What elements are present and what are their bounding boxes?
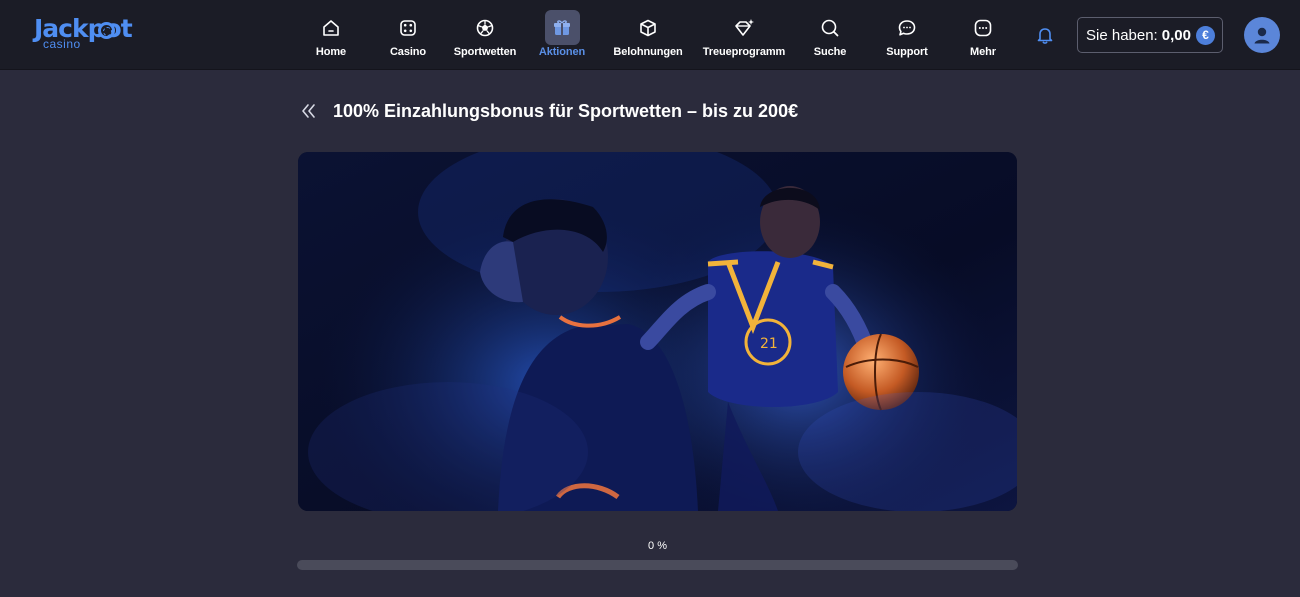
more-icon xyxy=(966,10,1001,45)
home-icon xyxy=(314,10,349,45)
diamond-icon xyxy=(727,10,762,45)
nav-label-suche: Suche xyxy=(813,46,847,58)
nav-label-support: Support xyxy=(886,46,928,58)
gift-icon xyxy=(544,10,580,45)
back-chevrons-icon[interactable] xyxy=(298,100,320,122)
nav-label-casino: Casino xyxy=(389,46,427,58)
nav-label-treueprogramm: Treueprogramm xyxy=(702,46,786,58)
euro-currency-icon: € xyxy=(1195,25,1215,45)
search-icon xyxy=(813,10,848,45)
nav-item-sportwetten[interactable]: Sportwetten xyxy=(452,10,518,62)
nav-item-casino[interactable]: Casino xyxy=(388,10,428,62)
nav-item-treueprogramm[interactable]: Treueprogramm xyxy=(702,10,786,62)
promotion-banner-image: 21 xyxy=(298,152,1017,511)
svg-text:21: 21 xyxy=(760,336,778,352)
nav-item-belohnungen[interactable]: Belohnungen xyxy=(612,10,684,62)
user-avatar[interactable] xyxy=(1244,17,1280,53)
balance-display[interactable]: Sie haben: 0,00 € xyxy=(1077,17,1223,53)
balance-label: Sie haben: xyxy=(1086,26,1158,44)
nav-label-aktionen: Aktionen xyxy=(538,46,586,58)
top-navigation-bar: Jackpot casino Home Casino Sportwetten A… xyxy=(0,0,1300,70)
nav-item-mehr[interactable]: Mehr xyxy=(966,10,1000,62)
chat-icon xyxy=(890,10,925,45)
user-icon xyxy=(1254,27,1270,44)
nav-item-support[interactable]: Support xyxy=(884,10,930,62)
page-title: 100% Einzahlungsbonus für Sportwetten – … xyxy=(333,101,799,121)
nav-label-sportwetten: Sportwetten xyxy=(453,46,517,58)
football-icon xyxy=(468,10,503,45)
nav-item-aktionen[interactable]: Aktionen xyxy=(537,10,587,62)
nav-item-home[interactable]: Home xyxy=(314,10,348,62)
bonus-progress-bar xyxy=(297,560,1018,570)
progress-percent-label: 0 % xyxy=(648,540,667,552)
nav-label-mehr: Mehr xyxy=(970,46,996,58)
dice-icon xyxy=(391,10,426,45)
nav-label-belohnungen: Belohnungen xyxy=(613,46,683,58)
nav-item-suche[interactable]: Suche xyxy=(812,10,848,62)
nav-label-home: Home xyxy=(315,46,347,58)
box-icon xyxy=(631,10,666,45)
notification-bell-icon[interactable] xyxy=(1034,24,1056,46)
balance-amount: 0,00 xyxy=(1161,26,1191,44)
